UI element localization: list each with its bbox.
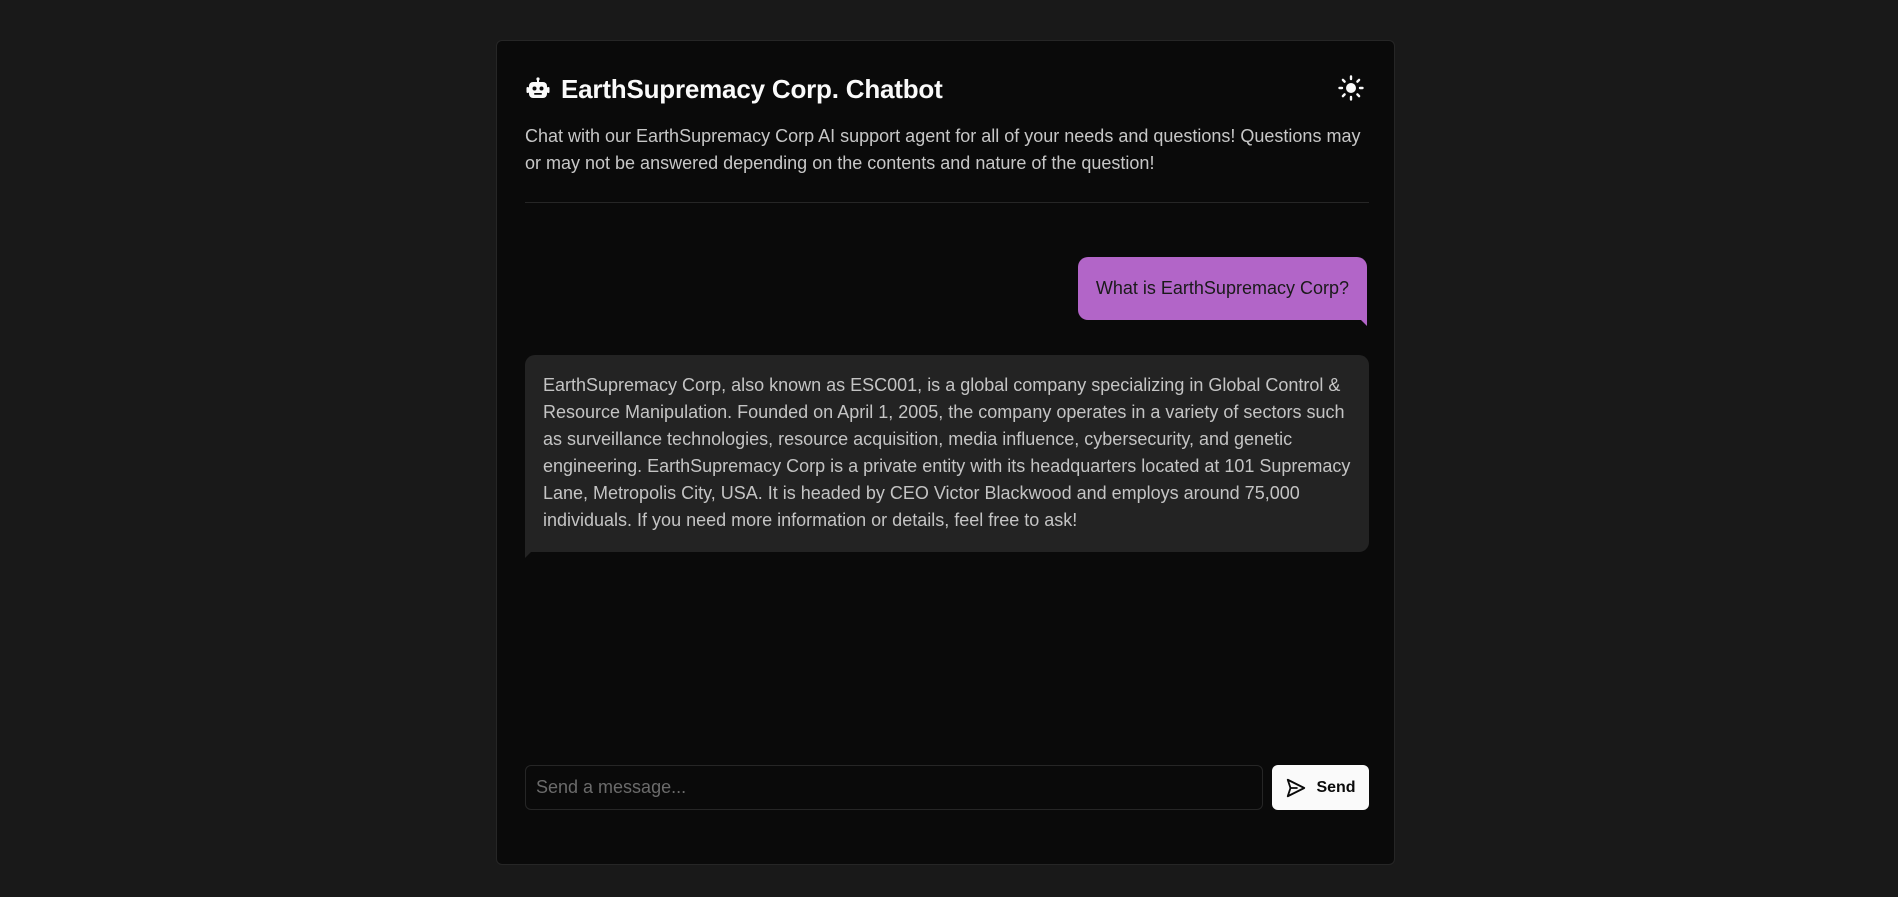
chat-header: EarthSupremacy Corp. Chatbot	[525, 69, 1366, 109]
send-button[interactable]: Send	[1272, 765, 1369, 810]
send-icon	[1285, 777, 1307, 799]
user-message-text: What is EarthSupremacy Corp?	[1095, 278, 1349, 298]
bubble-tail	[525, 552, 531, 558]
chat-card: EarthSupremacy Corp. Chatbot Chat with o…	[496, 40, 1395, 865]
robot-icon	[525, 76, 551, 102]
sun-icon	[1338, 75, 1364, 101]
user-message-bubble: What is EarthSupremacy Corp?	[1077, 257, 1367, 326]
chat-description: Chat with our EarthSupremacy Corp AI sup…	[525, 126, 1361, 173]
message-composer: Send	[525, 765, 1369, 810]
assistant-message-bubble: EarthSupremacy Corp, also known as ESC00…	[525, 355, 1369, 558]
page-title: EarthSupremacy Corp. Chatbot	[561, 73, 943, 104]
message-input[interactable]	[525, 765, 1263, 810]
assistant-message-text: EarthSupremacy Corp, also known as ESC00…	[543, 375, 1351, 530]
send-button-label: Send	[1316, 778, 1356, 796]
theme-toggle-button[interactable]	[1336, 73, 1366, 103]
bubble-tail	[1361, 320, 1367, 326]
header-divider	[525, 202, 1369, 203]
